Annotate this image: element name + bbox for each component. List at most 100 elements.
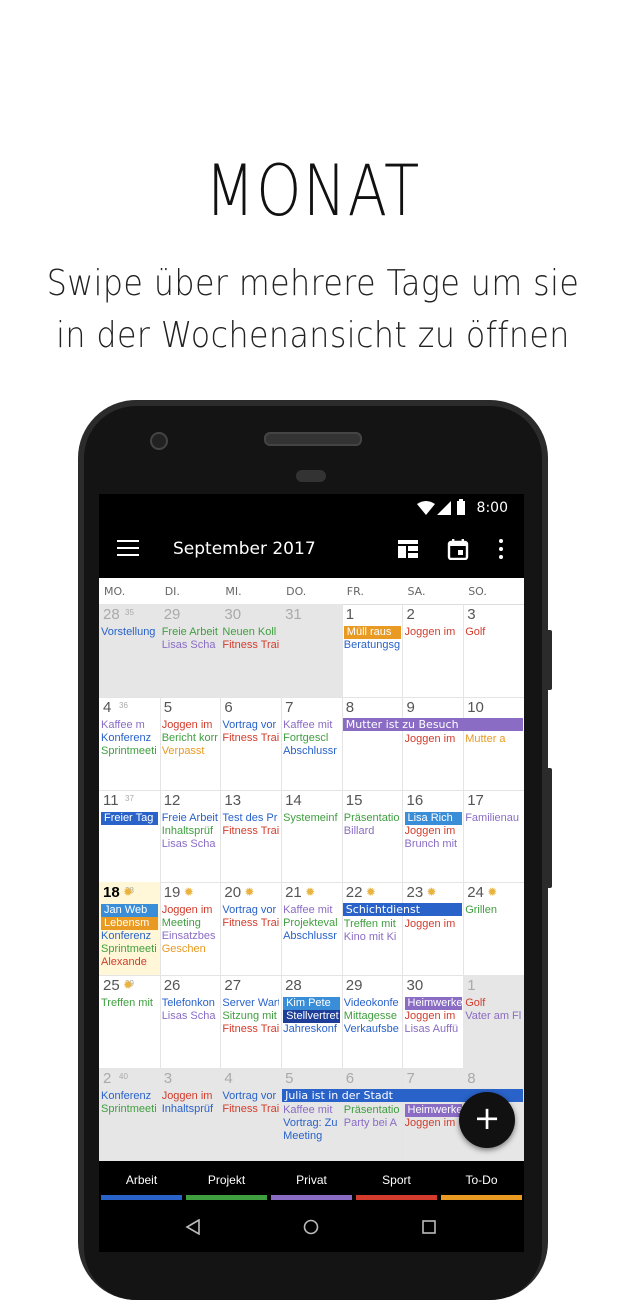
event-item[interactable]: Telefonkon bbox=[162, 997, 219, 1010]
event-item[interactable]: Billard bbox=[344, 825, 401, 838]
day-cell[interactable]: 1 Golf Vater am Fl bbox=[463, 975, 524, 1069]
event-item[interactable]: Server Wart bbox=[222, 997, 279, 1010]
event-item[interactable]: Lisas Scha bbox=[162, 639, 219, 652]
event-item[interactable]: Konferenz bbox=[101, 1090, 158, 1103]
day-cell[interactable]: 22 ✹ Treffen mit Kino mit Ki bbox=[341, 882, 404, 977]
calendar-tab[interactable]: Arbeit bbox=[99, 1161, 184, 1203]
event-item[interactable]: Lisas Auffü bbox=[405, 1023, 462, 1036]
day-cell[interactable]: 16 Lisa Rich Joggen im Brunch mit bbox=[402, 789, 465, 884]
event-item[interactable]: Vortrag vor bbox=[222, 904, 279, 917]
event-item[interactable]: Präsentatio bbox=[344, 1104, 401, 1117]
day-cell[interactable]: 31 bbox=[281, 604, 343, 698]
day-cell[interactable]: 19 ✹ Joggen im Meeting Einsatzbes Geschen bbox=[159, 882, 222, 977]
event-item[interactable]: Videokonfe bbox=[344, 997, 401, 1010]
day-cell[interactable]: 21 ✹ Kaffee mit Projekteval Abschlussr bbox=[281, 882, 343, 977]
event-item[interactable]: Konferenz bbox=[101, 732, 158, 745]
event-item[interactable]: Joggen im bbox=[405, 825, 462, 838]
back-icon[interactable] bbox=[185, 1219, 201, 1235]
event-item[interactable]: Mittagesse bbox=[344, 1010, 401, 1023]
event-item[interactable]: Kaffee mit bbox=[283, 904, 340, 917]
event-item[interactable]: Geschen bbox=[162, 943, 219, 956]
day-cell[interactable]: 20 ✹ Vortrag vor Fitness Trai bbox=[220, 882, 283, 977]
calendar-tab[interactable]: Sport bbox=[354, 1161, 439, 1203]
day-cell[interactable]: 23 ✹ Joggen im bbox=[402, 882, 465, 977]
event-item[interactable]: Abschlussr bbox=[283, 745, 340, 758]
event-item[interactable]: Beratungsg bbox=[344, 639, 401, 652]
event-item[interactable]: Verpasst bbox=[162, 745, 219, 758]
day-cell[interactable]: 28 35 Vorstellung bbox=[99, 604, 161, 698]
event-item[interactable]: Joggen im bbox=[405, 918, 462, 931]
month-title[interactable]: September 2017 bbox=[173, 539, 316, 559]
event-item[interactable]: Sprintmeeti bbox=[101, 943, 158, 956]
event-item[interactable]: Test des Pr bbox=[222, 812, 279, 825]
event-item[interactable]: Joggen im bbox=[405, 626, 462, 639]
today-calendar-icon[interactable] bbox=[447, 538, 469, 560]
event-item[interactable]: Treffen mit bbox=[344, 918, 401, 931]
day-cell[interactable]: 10 Mutter a bbox=[463, 696, 524, 791]
event-item[interactable]: Verkaufsbe bbox=[344, 1023, 401, 1036]
event-item[interactable]: Golf bbox=[465, 997, 522, 1010]
event-item[interactable]: Neuen Koll bbox=[222, 626, 279, 639]
event-item[interactable]: Sitzung mit bbox=[222, 1010, 279, 1023]
day-cell[interactable]: 17 Familienau bbox=[463, 789, 524, 884]
event-item[interactable]: Sprintmeeti bbox=[101, 1103, 158, 1116]
event-item[interactable]: Präsentatio bbox=[344, 812, 401, 825]
day-cell[interactable]: 18 38 ✹ Jan Web Lebensm Konferenz Sprintmeeti A… bbox=[99, 882, 161, 977]
day-cell[interactable]: 15 Präsentatio Billard bbox=[341, 789, 404, 884]
day-cell[interactable]: 6 Vortrag vor Fitness Trai bbox=[220, 696, 283, 791]
day-cell[interactable]: 11 37 Freier Tag bbox=[99, 789, 161, 884]
event-item[interactable]: Meeting bbox=[283, 1130, 340, 1143]
day-cell[interactable]: 6 Präsentatio Party bei A bbox=[341, 1068, 404, 1162]
calendar-tab[interactable]: Privat bbox=[269, 1161, 354, 1203]
event-item[interactable]: Sprintmeeti bbox=[101, 745, 158, 758]
home-icon[interactable] bbox=[303, 1219, 319, 1235]
day-cell[interactable]: 7 Heimwerke Joggen im bbox=[402, 1068, 465, 1162]
day-cell[interactable]: 30 Heimwerke Joggen im Lisas Auffü bbox=[402, 975, 465, 1069]
event-item[interactable]: Freie Arbeit bbox=[162, 626, 219, 639]
day-cell[interactable]: 13 Test des Pr Fitness Trai bbox=[220, 789, 283, 884]
event-item[interactable]: Kino mit Ki bbox=[344, 931, 401, 944]
event-item[interactable]: Fortgescl bbox=[283, 732, 340, 745]
event-item[interactable]: Freier Tag bbox=[101, 811, 158, 825]
multi-day-event[interactable]: Schichtdienst bbox=[342, 903, 463, 917]
day-cell[interactable]: 7 Kaffee mit Fortgescl Abschlussr bbox=[281, 696, 343, 791]
day-cell[interactable]: 5 Joggen im Bericht korr Verpasst bbox=[159, 696, 222, 791]
day-cell[interactable]: 3 Golf bbox=[463, 604, 524, 698]
event-item[interactable]: Fitness Trai bbox=[222, 917, 279, 930]
day-cell[interactable]: 28 Kim Pete Stellvertret Jahreskonf bbox=[281, 975, 343, 1069]
event-item[interactable]: Lebensm bbox=[101, 917, 158, 931]
event-item[interactable]: Joggen im bbox=[405, 1010, 462, 1023]
event-item[interactable]: Joggen im bbox=[405, 733, 462, 746]
day-cell[interactable]: 3 Joggen im Inhaltsprüf bbox=[159, 1068, 222, 1162]
more-options-icon[interactable] bbox=[497, 538, 505, 560]
event-item[interactable]: Alexande bbox=[101, 956, 158, 969]
menu-icon[interactable] bbox=[117, 540, 139, 556]
event-item[interactable]: Lisas Scha bbox=[162, 838, 219, 851]
calendar-tab[interactable]: Projekt bbox=[184, 1161, 269, 1203]
event-item[interactable]: Lisa Rich bbox=[404, 811, 462, 825]
event-item[interactable]: Meeting bbox=[162, 917, 219, 930]
event-item[interactable]: Party bei A bbox=[344, 1117, 401, 1130]
event-item[interactable]: Jahreskonf bbox=[283, 1023, 340, 1036]
day-cell[interactable]: 1 Müll raus Beratungsg bbox=[341, 604, 404, 698]
event-item[interactable]: Fitness Trai bbox=[222, 1023, 279, 1036]
day-cell[interactable]: 27 Server Wart Sitzung mit Fitness Trai bbox=[220, 975, 283, 1069]
day-cell[interactable]: 25 39 ✹ Treffen mit bbox=[99, 975, 161, 1069]
day-cell[interactable]: 29 Freie Arbeit Lisas Scha bbox=[159, 604, 222, 698]
event-item[interactable]: Kaffee mit bbox=[283, 719, 340, 732]
event-item[interactable]: Kim Pete bbox=[283, 997, 341, 1011]
day-cell[interactable]: 4 Vortrag vor Fitness Trai bbox=[220, 1068, 283, 1162]
event-item[interactable]: Stellvertret bbox=[283, 1010, 341, 1024]
event-item[interactable]: Vater am Fl bbox=[465, 1010, 522, 1023]
event-item[interactable]: Golf bbox=[465, 626, 522, 639]
day-cell[interactable]: 26 Telefonkon Lisas Scha bbox=[159, 975, 222, 1069]
day-cell[interactable]: 29 Videokonfe Mittagesse Verkaufsbe bbox=[341, 975, 404, 1069]
day-cell[interactable]: 14 Systemeinf bbox=[281, 789, 343, 884]
event-item[interactable]: Freie Arbeit bbox=[162, 812, 219, 825]
event-item[interactable]: Einsatzbes bbox=[162, 930, 219, 943]
event-item[interactable]: Bericht korr bbox=[162, 732, 219, 745]
event-item[interactable]: Fitness Trai bbox=[222, 825, 279, 838]
event-item[interactable]: Brunch mit bbox=[405, 838, 462, 851]
recents-icon[interactable] bbox=[422, 1220, 436, 1234]
event-item[interactable]: Müll raus bbox=[343, 626, 401, 639]
